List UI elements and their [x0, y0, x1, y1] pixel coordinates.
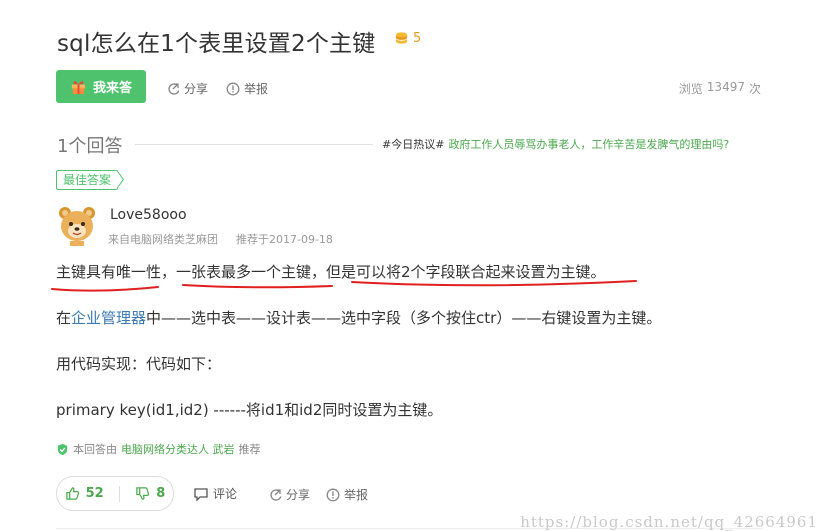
views-unit: 次: [748, 82, 761, 96]
answer-source[interactable]: 来自电脑网络类芝麻团: [108, 231, 218, 247]
thumbs-down-icon: [136, 487, 150, 500]
answer-paragraph-3: 用代码实现：代码如下：: [56, 355, 222, 373]
answer-button[interactable]: 我来答: [56, 70, 146, 103]
shield-check-icon: [57, 443, 68, 455]
coin-stack-icon: [395, 32, 408, 44]
thumbs-up-icon: [65, 487, 79, 500]
recommender-link[interactable]: 电脑网络分类达人 武岩: [121, 441, 235, 457]
downvote-button[interactable]: 8: [135, 486, 165, 501]
report-label: 举报: [244, 82, 269, 96]
report-icon: [326, 488, 340, 501]
answer-paragraph-4: primary key(id1,id2) ------将id1和id2同时设置为…: [56, 401, 443, 419]
answer-report-label: 举报: [344, 488, 369, 502]
upvote-count: 52: [85, 486, 104, 501]
comment-label: 评论: [213, 487, 238, 501]
answers-count: 1个回答: [57, 136, 123, 157]
answer-report-button[interactable]: 举报: [326, 486, 368, 503]
hot-topic[interactable]: #今日热议# 政府工作人员辱骂办事老人，工作辛苦是发脾气的理由吗?: [382, 136, 729, 152]
vote-separator: [119, 485, 121, 502]
report-button[interactable]: 举报: [226, 80, 268, 97]
best-answer-badge: 最佳答案: [56, 170, 119, 190]
answer-share-button[interactable]: 分享: [268, 486, 310, 503]
downvote-count: 8: [156, 486, 166, 501]
share-button[interactable]: 分享: [166, 80, 208, 97]
answer-paragraph-2: 在企业管理器中——选中表——设计表——选中字段（多个按住ctr）——右键设置为主…: [56, 307, 661, 328]
reward: 5: [394, 31, 421, 46]
view-count: 浏览 13497 次: [679, 80, 761, 97]
p2-prefix: 在: [56, 309, 72, 327]
username[interactable]: Love58ooo: [110, 207, 187, 223]
share-icon: [168, 82, 180, 95]
vote-box: 52 8: [56, 476, 174, 511]
report-icon: [226, 82, 240, 95]
share-icon: [270, 488, 282, 501]
question-title: sql怎么在1个表里设置2个主键: [57, 31, 376, 57]
avatar[interactable]: [56, 204, 98, 246]
answer-paragraph-1: 主键具有唯一性，一张表最多一个主键，但是可以将2个字段联合起来设置为主键。: [56, 263, 606, 281]
views-label: 浏览: [678, 82, 703, 96]
answer-button-label: 我来答: [92, 81, 132, 96]
watermark: https://blog.csdn.net/qq_42664961: [520, 513, 818, 531]
answer-date: 推荐于2017-09-18: [236, 233, 333, 246]
recommendation-note: 本回答由 电脑网络分类达人 武岩 推荐: [56, 441, 261, 457]
share-label: 分享: [184, 82, 209, 96]
enterprise-manager-link[interactable]: 企业管理器: [71, 309, 146, 327]
views-number: 13497: [706, 80, 745, 94]
answer-meta: 来自电脑网络类芝麻团 推荐于2017-09-18: [108, 231, 333, 247]
hot-topic-tag: #今日热议#: [382, 138, 445, 151]
hot-topic-link[interactable]: 政府工作人员辱骂办事老人，工作辛苦是发脾气的理由吗?: [448, 136, 729, 152]
comment-button[interactable]: 评论: [193, 485, 237, 502]
comment-icon: [194, 487, 208, 502]
upvote-button[interactable]: 52: [65, 486, 104, 501]
rec-suffix: 推荐: [238, 443, 261, 456]
reward-count: 5: [413, 31, 422, 46]
p2-suffix: 中——选中表——设计表——选中字段（多个按住ctr）——右键设置为主键。: [146, 309, 662, 327]
gift-icon: [71, 81, 86, 95]
rec-prefix: 本回答由: [73, 443, 117, 456]
divider: [135, 144, 373, 145]
answer-share-label: 分享: [286, 488, 311, 502]
